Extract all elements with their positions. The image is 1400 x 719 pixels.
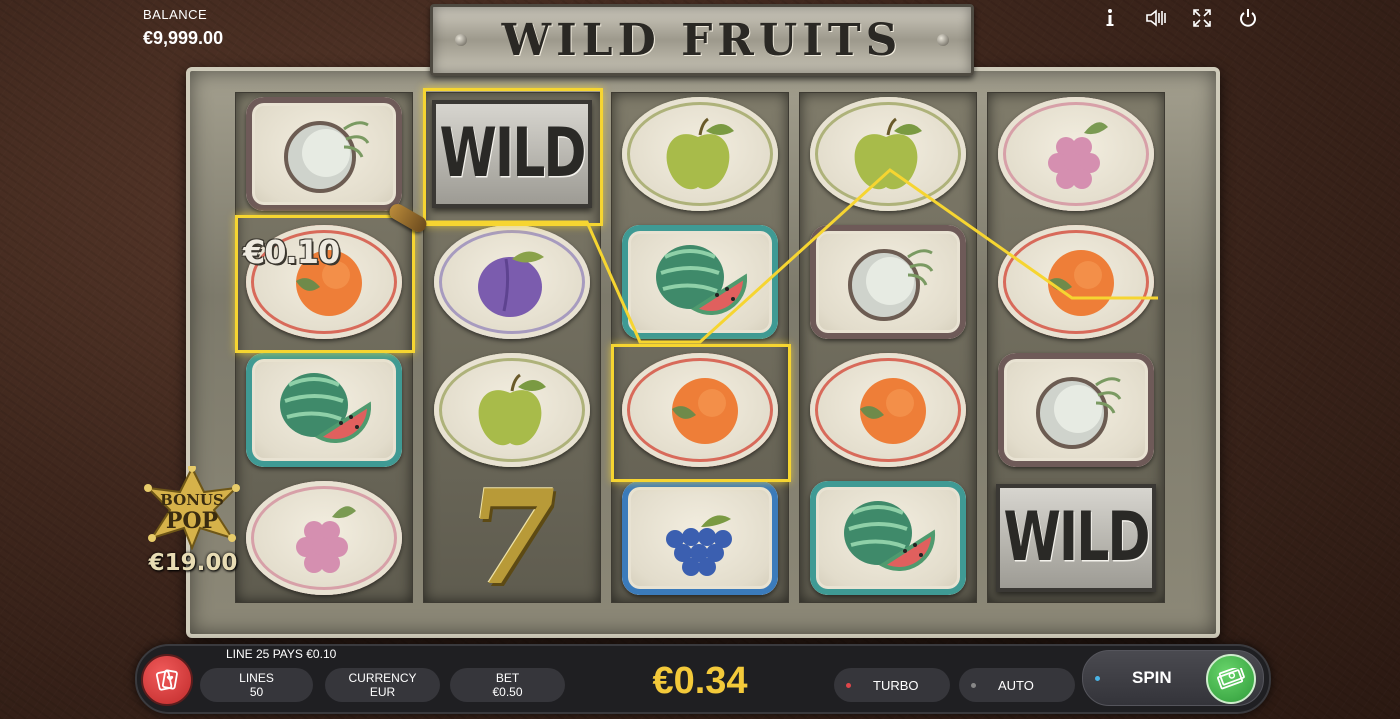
- lines-value: 50: [249, 685, 264, 699]
- symbol-orange: [808, 351, 968, 469]
- currency-label: CURRENCY: [348, 671, 417, 685]
- game-title-plate: WILD FRUITS: [430, 4, 974, 76]
- watermelon-icon: [656, 245, 748, 315]
- symbol-raspberry: [996, 95, 1156, 213]
- orange-icon: [672, 378, 738, 444]
- auto-indicator: [971, 682, 976, 688]
- currency-value: EUR: [369, 685, 396, 699]
- wild-label: WILD: [439, 115, 586, 193]
- apple-icon: [666, 117, 734, 190]
- balance-value: €9,999.00: [143, 28, 224, 48]
- raspberry-icon: [296, 506, 356, 573]
- reel-2: WILD 7: [423, 92, 601, 614]
- rivet-icon: [455, 34, 467, 46]
- symbol-apple: [620, 95, 780, 213]
- reel-4: [799, 92, 977, 603]
- coconut-icon: [284, 121, 370, 193]
- lines-selector[interactable]: LINES 50: [200, 668, 313, 702]
- watermelon-icon: [280, 373, 372, 443]
- reel-1: [235, 92, 413, 603]
- turbo-indicator: [846, 682, 851, 688]
- symbol-watermelon: [620, 223, 780, 341]
- sound-icon[interactable]: [1144, 6, 1168, 30]
- orange-icon: [1048, 250, 1114, 316]
- top-toolbar: [1098, 6, 1260, 30]
- plum-icon: [478, 251, 544, 317]
- game-title: WILD FRUITS: [501, 14, 903, 66]
- rivet-icon: [937, 34, 949, 46]
- bet-label: BET: [495, 671, 520, 685]
- bet-selector[interactable]: BET €0.50: [450, 668, 565, 702]
- orange-icon: [860, 378, 926, 444]
- currency-selector[interactable]: CURRENCY EUR: [325, 668, 440, 702]
- bonus-amount: €19.00: [148, 550, 238, 576]
- money-icon: [1206, 654, 1256, 704]
- pop-label: POP: [165, 508, 219, 534]
- auto-toggle[interactable]: AUTO: [959, 668, 1075, 702]
- seven-label: 7: [456, 461, 569, 614]
- reel-5: WILD: [987, 92, 1165, 603]
- watermelon-icon: [844, 501, 936, 571]
- symbol-orange: [620, 351, 780, 469]
- total-win-display: €0.34: [652, 660, 748, 702]
- balance-display: BALANCE €9,999.00: [143, 7, 223, 49]
- auto-label: AUTO: [998, 677, 1034, 693]
- lines-label: LINES: [239, 671, 274, 685]
- bet-value: €0.50: [492, 685, 523, 699]
- symbol-wild: WILD: [996, 479, 1156, 597]
- symbol-watermelon: [808, 479, 968, 597]
- game-screen: BALANCE €9,999.00 WILD FRUITS WILD 7 WIL…: [0, 0, 1400, 719]
- spin-indicator: [1095, 675, 1100, 681]
- gamble-button[interactable]: [141, 654, 193, 706]
- symbol-apple: [808, 95, 968, 213]
- coconut-icon: [1036, 377, 1122, 449]
- fullscreen-icon[interactable]: [1190, 6, 1214, 30]
- raspberry-icon: [1048, 122, 1108, 189]
- bonus-pop-badge: BONUS POP €19.00: [140, 466, 244, 576]
- info-icon[interactable]: [1098, 6, 1122, 30]
- cards-icon: [155, 669, 178, 691]
- line-pays-message: LINE 25 PAYS €0.10: [226, 647, 337, 661]
- power-icon[interactable]: [1236, 6, 1260, 30]
- symbol-coconut: [244, 95, 404, 213]
- bonus-label: BONUS: [160, 491, 224, 509]
- reel-3: [611, 92, 789, 603]
- symbol-seven: 7: [432, 461, 592, 614]
- symbol-wild: WILD: [432, 95, 592, 213]
- line-win-amount: €0.10: [243, 233, 340, 271]
- spin-label: SPIN: [1132, 668, 1172, 687]
- symbol-watermelon: [244, 351, 404, 469]
- symbol-coconut: [808, 223, 968, 341]
- symbol-apple: [432, 351, 592, 469]
- symbol-orange: [996, 223, 1156, 341]
- symbol-coconut: [996, 351, 1156, 469]
- apple-icon: [854, 117, 922, 190]
- apple-icon: [478, 373, 546, 446]
- wild-label: WILD: [1003, 499, 1150, 577]
- turbo-toggle[interactable]: TURBO: [834, 668, 950, 702]
- symbol-raspberry: [244, 479, 404, 597]
- balance-label: BALANCE: [143, 7, 208, 22]
- symbol-grapes: [620, 479, 780, 597]
- spin-button[interactable]: SPIN: [1082, 650, 1264, 706]
- grapes-icon: [666, 515, 732, 576]
- turbo-label: TURBO: [873, 677, 919, 693]
- symbol-plum: [432, 223, 592, 341]
- coconut-icon: [848, 249, 934, 321]
